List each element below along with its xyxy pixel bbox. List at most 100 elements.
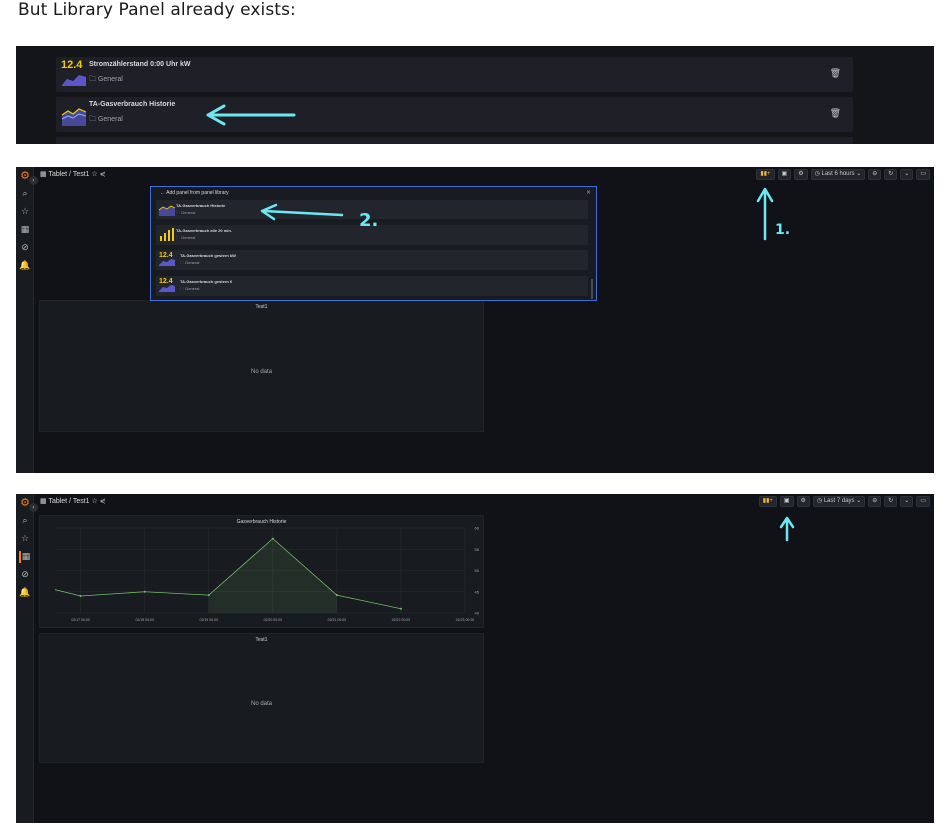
modal-item-folder: 🗀 General [180, 286, 200, 291]
search-icon[interactable]: ⌕ [19, 188, 31, 200]
x-tick-label: 02/19 00:00 [200, 618, 219, 622]
zoom-out-icon[interactable]: ⊖ [868, 169, 882, 180]
x-tick-label: 02/20 00:00 [264, 618, 283, 622]
y-tick-label: 55 [475, 547, 480, 552]
y-tick-label: 50 [475, 568, 480, 573]
library-item[interactable]: 12.4 Stromzählerstand 0:00 Uhr kW 🗀 Gene… [56, 57, 853, 92]
gear-icon[interactable]: ⚙ [794, 169, 808, 180]
annotation-arrow [260, 203, 344, 221]
add-panel-modal: ← Add panel from panel library × TA-Gasv… [150, 186, 597, 301]
alert-bell-icon[interactable]: 🔔 [19, 587, 31, 599]
modal-item-folder: 🗀 General [176, 210, 196, 215]
library-item-folder: 🗀 General [89, 76, 123, 83]
graph-thumbnail-icon [61, 108, 87, 126]
zoom-out-icon[interactable]: ⊖ [868, 496, 882, 507]
refresh-interval-dropdown[interactable]: ⌄ [900, 496, 914, 507]
modal-library-item[interactable]: 12.4 TA-Gasverbrauch gestern kW 🗀 Genera… [156, 250, 588, 270]
library-item-name: Stromzählerstand 0:00 Uhr kW [89, 61, 191, 68]
gas-history-panel[interactable]: Gasverbrauch Historie 40 45 50 55 60 02/17 00… [39, 515, 484, 628]
star-icon[interactable]: ☆ [19, 533, 31, 545]
breadcrumb[interactable]: ▦ Tablet / Test1 ☆ ⋞ [40, 497, 106, 505]
dashboard-panel-test1[interactable]: Test1 No data [39, 633, 484, 763]
dashboards-icon[interactable]: ▦ [19, 551, 31, 563]
annotation-arrow [206, 104, 296, 126]
sidebar: ⚙ ⌕ ☆ ▦ ⊘ 🔔 [16, 494, 34, 823]
x-tick-label: 02/21 00:00 [328, 618, 347, 622]
dashboard-toolbar: ▮▮+ ▣ ⚙ ◷ Last 7 days ⌄ ⊖ ↻ ⌄ ▭ [758, 496, 930, 508]
data-point [207, 594, 210, 597]
stat-value: 12.4 [159, 278, 173, 285]
y-tick-label: 45 [475, 589, 480, 594]
data-point [143, 590, 146, 593]
explore-icon[interactable]: ⊘ [19, 242, 31, 254]
data-point [271, 537, 274, 540]
annotation-label: 2. [359, 210, 379, 231]
refresh-icon[interactable]: ↻ [884, 496, 898, 507]
refresh-interval-dropdown[interactable]: ⌄ [900, 169, 914, 180]
trash-icon[interactable]: 🗑 [830, 69, 841, 79]
trash-icon[interactable]: 🗑 [830, 109, 841, 119]
time-range-picker[interactable]: ◷ Last 6 hours ⌄ [810, 169, 866, 180]
library-item[interactable]: TA-Gasverbrauch Historie 🗀 General 🗑 [56, 97, 853, 132]
library-list-screenshot: 12.4 Stromzählerstand 0:00 Uhr kW 🗀 Gene… [16, 46, 934, 144]
dashboard-screenshot-add-panel: ⚙ ⌕ ☆ ▦ ⊘ 🔔 › ▦ Tablet / Test1 ☆ ⋞ ▮▮+ ▣… [16, 167, 934, 473]
save-icon[interactable]: ▣ [779, 496, 794, 507]
modal-library-item[interactable]: 12.4 TA-Gasverbrauch gestern € 🗀 General [156, 276, 588, 296]
series-area [208, 538, 337, 613]
x-tick-label: 02/22 00:00 [392, 618, 411, 622]
data-point [79, 595, 82, 597]
sidebar: ⚙ ⌕ ☆ ▦ ⊘ 🔔 [16, 167, 34, 473]
stat-value: 12.4 [61, 59, 83, 71]
dashboard-toolbar: ▮▮+ ▣ ⚙ ◷ Last 6 hours ⌄ ⊖ ↻ ⌄ ▭ [756, 169, 930, 181]
x-tick-label: 02/17 00:00 [71, 618, 90, 622]
data-point [399, 607, 402, 610]
annotation-label: 1. [775, 222, 791, 238]
expand-sidebar-icon[interactable]: › [29, 503, 38, 512]
modal-item-name: TA-Gasverbrauch gestern € [180, 279, 233, 284]
scrollbar[interactable] [591, 279, 593, 299]
expand-sidebar-icon[interactable]: › [29, 176, 38, 185]
modal-item-name: TA-Gasverbrauch gestern kW [180, 253, 236, 258]
dashboards-icon[interactable]: ▦ [19, 224, 31, 236]
annotation-arrow [756, 187, 774, 241]
panel-title: Test1 [255, 304, 268, 310]
x-tick-label: 02/23 00:00 [456, 618, 475, 622]
gear-icon[interactable]: ⚙ [796, 496, 810, 507]
modal-item-folder: 🗀 General [176, 235, 196, 240]
bar-thumbnail-icon [160, 228, 174, 241]
data-point [335, 594, 338, 597]
save-icon[interactable]: ▣ [777, 169, 792, 180]
modal-title: ← Add panel from panel library [160, 190, 229, 196]
explore-icon[interactable]: ⊘ [19, 569, 31, 581]
modal-item-name: TA-Gasverbrauch Historie [176, 203, 226, 208]
star-icon[interactable]: ☆ [19, 206, 31, 218]
panel-title: Test1 [255, 637, 268, 643]
tv-mode-icon[interactable]: ▭ [916, 169, 930, 180]
x-tick-label: 02/18 00:00 [135, 618, 154, 622]
add-panel-button[interactable]: ▮▮+ [756, 169, 775, 180]
search-icon[interactable]: ⌕ [19, 515, 31, 527]
no-data-message: No data [250, 701, 272, 707]
modal-item-name: TA-Gasverbrauch alle 20 min. [176, 228, 232, 233]
dashboard-panel-test1[interactable]: Test1 No data [39, 300, 484, 432]
library-item-folder: 🗀 General [89, 116, 123, 123]
modal-item-folder: 🗀 General [180, 260, 200, 265]
y-tick-label: 40 [475, 611, 480, 616]
time-range-picker[interactable]: ◷ Last 7 days ⌄ [812, 496, 866, 507]
library-item-name: TA-Gasverbrauch Historie [89, 101, 176, 108]
breadcrumb[interactable]: ▦ Tablet / Test1 ☆ ⋞ [40, 170, 106, 178]
alert-bell-icon[interactable]: 🔔 [19, 260, 31, 272]
close-icon[interactable]: × [586, 189, 591, 196]
refresh-icon[interactable]: ↻ [884, 169, 898, 180]
caption: But Library Panel already exists: [18, 0, 296, 20]
dashboard-screenshot-chart: ⚙ ⌕ ☆ ▦ ⊘ 🔔 › ▦ Tablet / Test1 ☆ ⋞ ▮▮+ ▣… [16, 494, 934, 823]
stat-value: 12.4 [159, 252, 173, 259]
graph-thumbnail-icon [158, 205, 176, 216]
y-tick-label: 60 [475, 526, 480, 531]
library-item-partial [56, 137, 853, 144]
tv-mode-icon[interactable]: ▭ [916, 496, 930, 507]
add-panel-button[interactable]: ▮▮+ [758, 496, 777, 507]
gas-history-chart: 40 45 50 55 60 02/17 00:00 02/18 00:00 02/19 00… [54, 526, 480, 622]
no-data-message: No data [250, 369, 272, 375]
annotation-arrow [779, 516, 795, 542]
